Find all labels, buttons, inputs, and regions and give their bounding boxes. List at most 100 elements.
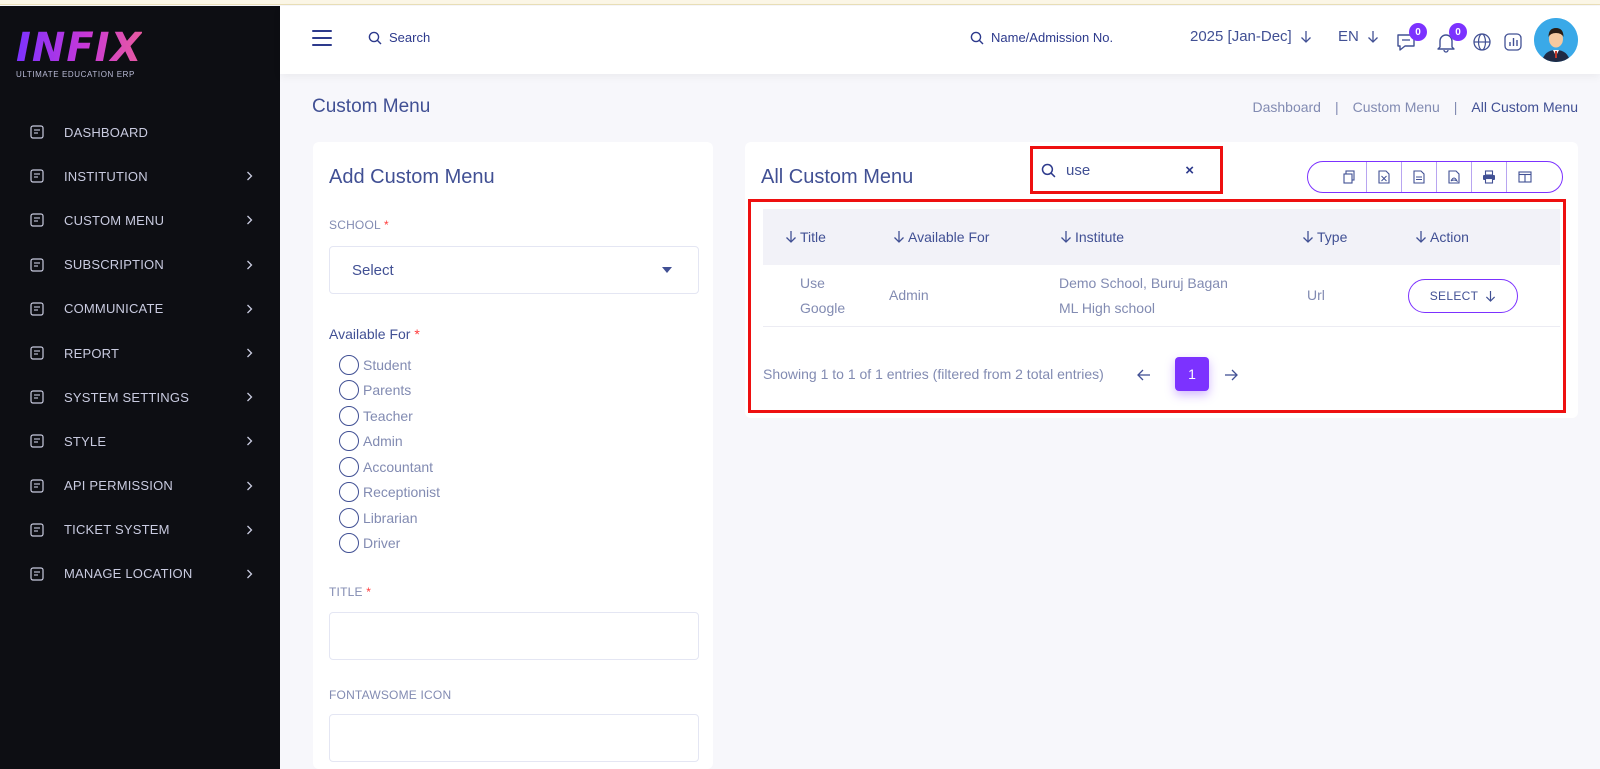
- sort-arrow-icon: [786, 231, 796, 243]
- copy-button[interactable]: [1332, 162, 1367, 192]
- form-title: Add Custom Menu: [329, 166, 495, 188]
- table-search-value: use: [1066, 161, 1091, 179]
- sidebar-item-communicate[interactable]: COMMUNICATE: [0, 287, 280, 331]
- student-search[interactable]: Name/Admission No.: [970, 30, 1113, 45]
- search-icon: [368, 31, 382, 44]
- radio-button[interactable]: [339, 354, 359, 375]
- excel-button[interactable]: [1367, 162, 1402, 192]
- radio-button[interactable]: [339, 507, 359, 528]
- excel-icon: [1378, 170, 1390, 184]
- academic-year-select[interactable]: 2025 [Jan-Dec]: [1190, 28, 1312, 45]
- chevron-right-icon: [234, 481, 264, 491]
- chevron-right-icon: [234, 171, 264, 181]
- language-select[interactable]: EN: [1338, 28, 1379, 45]
- icon-input[interactable]: [329, 714, 699, 762]
- column-institute[interactable]: Institute: [1060, 229, 1124, 245]
- columns-icon: [1517, 171, 1532, 183]
- add-custom-menu-form: Add Custom Menu SCHOOL * Select Availabl…: [313, 142, 713, 769]
- print-button[interactable]: [1472, 162, 1507, 192]
- school-label: SCHOOL *: [329, 218, 389, 232]
- menu-toggle-icon[interactable]: [312, 30, 332, 48]
- arrow-left-icon: [1137, 369, 1150, 381]
- arrow-down-icon: [1486, 290, 1496, 302]
- radio-button[interactable]: [339, 380, 359, 401]
- row-action-select-button[interactable]: SELECT: [1408, 279, 1518, 313]
- arrow-down-icon: [1300, 30, 1312, 44]
- stats-button[interactable]: [1502, 31, 1524, 53]
- role-option-label: Driver: [363, 535, 401, 552]
- role-option-admin[interactable]: Admin: [339, 429, 440, 455]
- sidebar-item-institution[interactable]: INSTITUTION: [0, 154, 280, 198]
- column-type[interactable]: Type: [1302, 229, 1347, 245]
- sidebar-item-manage-location[interactable]: MANAGE LOCATION: [0, 552, 280, 596]
- page-number-button[interactable]: 1: [1175, 357, 1209, 391]
- role-option-receptionist[interactable]: Receptionist: [339, 480, 440, 506]
- csv-button[interactable]: [1402, 162, 1437, 192]
- logo-text: INFIX: [16, 25, 143, 71]
- sidebar-item-api-permission[interactable]: API PERMISSION: [0, 464, 280, 508]
- sidebar-item-label: CUSTOM MENU: [64, 212, 165, 228]
- institution-icon: [28, 167, 46, 185]
- sidebar-item-label: DASHBOARD: [64, 124, 149, 140]
- messages-button[interactable]: 0: [1395, 23, 1427, 53]
- table-search-input[interactable]: use ×: [1030, 146, 1223, 194]
- style-icon: [28, 432, 46, 450]
- sidebar-item-system-settings[interactable]: SYSTEM SETTINGS: [0, 375, 280, 419]
- role-option-teacher[interactable]: Teacher: [339, 403, 440, 429]
- sidebar-item-report[interactable]: REPORT: [0, 331, 280, 375]
- available-for-label: Available For *: [329, 326, 420, 342]
- columns-button[interactable]: [1507, 162, 1542, 192]
- top-header: Search Name/Admission No. 2025 [Jan-Dec]…: [280, 6, 1600, 74]
- sort-arrow-icon: [894, 231, 904, 243]
- print-icon: [1483, 170, 1495, 184]
- radio-button[interactable]: [339, 431, 359, 452]
- prev-page-button[interactable]: [1134, 365, 1154, 385]
- row-institute: Demo School, Buruj Bagan ML High school: [1059, 275, 1228, 316]
- logo[interactable]: INFIX ULTIMATE EDUCATION ERP: [16, 28, 142, 79]
- row-title: Use Google: [800, 275, 846, 316]
- breadcrumb: Dashboard | Custom Menu | All Custom Men…: [1252, 99, 1578, 115]
- role-option-label: Receptionist: [363, 484, 441, 501]
- radio-button[interactable]: [339, 405, 359, 426]
- header-search[interactable]: Search: [368, 30, 430, 45]
- radio-button[interactable]: [339, 533, 359, 554]
- breadcrumb-separator: |: [1453, 99, 1458, 115]
- caret-down-icon: [662, 267, 672, 273]
- sidebar-item-label: API PERMISSION: [64, 478, 173, 494]
- pdf-icon: [1448, 170, 1460, 184]
- clear-search-icon[interactable]: ×: [1185, 162, 1194, 179]
- title-input[interactable]: [329, 612, 699, 660]
- location-icon: [28, 565, 46, 583]
- role-option-librarian[interactable]: Librarian: [339, 505, 440, 531]
- pdf-button[interactable]: [1437, 162, 1472, 192]
- user-avatar[interactable]: [1534, 18, 1578, 62]
- breadcrumb-dashboard[interactable]: Dashboard: [1252, 99, 1321, 115]
- sidebar-item-style[interactable]: STYLE: [0, 419, 280, 463]
- role-option-driver[interactable]: Driver: [339, 531, 440, 557]
- subscription-icon: [28, 256, 46, 274]
- notifications-button[interactable]: 0: [1435, 23, 1467, 53]
- column-title[interactable]: Title: [785, 229, 826, 245]
- role-option-parents[interactable]: Parents: [339, 378, 440, 404]
- role-option-accountant[interactable]: Accountant: [339, 454, 440, 480]
- sidebar-item-custom-menu[interactable]: CUSTOM MENU: [0, 198, 280, 242]
- chevron-right-icon: [234, 260, 264, 270]
- table-header: Title Available For Institute Type Actio…: [763, 209, 1560, 265]
- role-option-label: Admin: [363, 433, 403, 450]
- sidebar-item-dashboard[interactable]: DASHBOARD: [0, 110, 280, 154]
- role-option-student[interactable]: Student: [339, 352, 440, 378]
- breadcrumb-separator: |: [1334, 99, 1339, 115]
- role-option-label: Teacher: [363, 407, 413, 424]
- next-page-button[interactable]: [1221, 365, 1241, 385]
- breadcrumb-custom-menu[interactable]: Custom Menu: [1353, 99, 1440, 115]
- column-available-for[interactable]: Available For: [893, 229, 989, 245]
- sidebar-item-subscription[interactable]: SUBSCRIPTION: [0, 243, 280, 287]
- website-button[interactable]: [1471, 31, 1493, 53]
- settings-icon: [28, 388, 46, 406]
- column-action[interactable]: Action: [1415, 229, 1469, 245]
- radio-button[interactable]: [339, 482, 359, 503]
- school-select[interactable]: Select: [329, 246, 699, 294]
- sidebar-item-ticket-system[interactable]: TICKET SYSTEM: [0, 508, 280, 552]
- custom-menu-icon: [28, 211, 46, 229]
- radio-button[interactable]: [339, 456, 359, 477]
